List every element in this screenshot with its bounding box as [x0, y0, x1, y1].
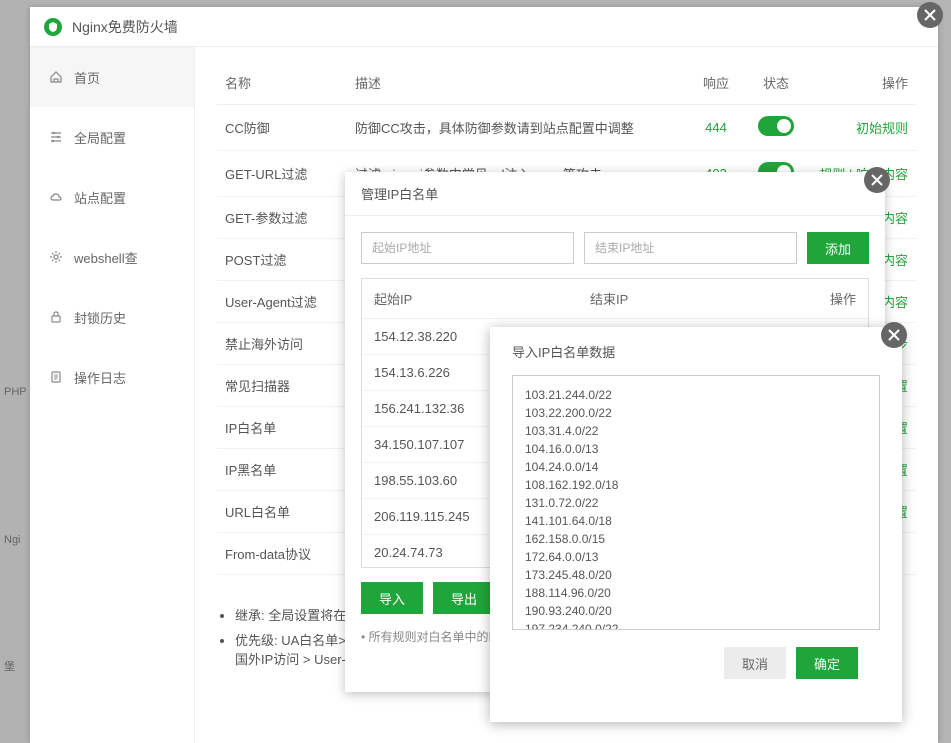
cancel-button[interactable]: 取消 — [724, 647, 786, 679]
lock-icon — [48, 310, 64, 324]
list-col-end: 结束IP — [590, 289, 806, 308]
col-name: 名称 — [217, 61, 347, 105]
start-ip-input[interactable] — [361, 232, 574, 264]
sidebar-item-label: 封锁历史 — [74, 308, 126, 327]
modal2-title: 导入IP白名单数据 — [490, 327, 902, 375]
sidebar-item-home[interactable]: 首页 — [30, 47, 194, 107]
sidebar-item-label: webshell查 — [74, 248, 138, 267]
cell-name: IP黑名单 — [217, 449, 347, 491]
sidebar-item-label: 首页 — [74, 68, 100, 87]
export-button[interactable]: 导出 — [433, 582, 495, 614]
sidebar-item-blocklog[interactable]: 封锁历史 — [30, 287, 194, 347]
col-op: 操作 — [806, 61, 916, 105]
cell-name: GET-URL过滤 — [217, 151, 347, 197]
table-row: CC防御防御CC攻击，具体防御参数请到站点配置中调整444 初始规则 — [217, 105, 916, 151]
confirm-button[interactable]: 确定 — [796, 647, 858, 679]
shield-icon — [44, 18, 62, 36]
gear-icon — [48, 250, 64, 264]
cell-name: GET-参数过滤 — [217, 197, 347, 239]
import-modal: 导入IP白名单数据 取消 确定 — [490, 327, 902, 722]
cell-desc: 防御CC攻击，具体防御参数请到站点配置中调整 — [347, 105, 686, 151]
cell-name: URL白名单 — [217, 491, 347, 533]
sidebar-item-webshell[interactable]: webshell查 — [30, 227, 194, 287]
col-desc: 描述 — [347, 61, 686, 105]
sidebar-item-global[interactable]: 全局配置 — [30, 107, 194, 167]
cell-name: POST过滤 — [217, 239, 347, 281]
main-header: Nginx免费防火墙 — [30, 7, 938, 47]
cell-name: CC防御 — [217, 105, 347, 151]
modal1-close-button[interactable] — [864, 167, 890, 193]
toggle-on[interactable] — [758, 116, 794, 136]
sliders-icon — [48, 130, 64, 144]
col-status: 状态 — [746, 61, 806, 105]
sidebar: 首页 全局配置 站点配置 webshell查 封锁历史 操作日志 — [30, 47, 195, 743]
sidebar-item-site[interactable]: 站点配置 — [30, 167, 194, 227]
cell-name: User-Agent过滤 — [217, 281, 347, 323]
sidebar-item-oplog[interactable]: 操作日志 — [30, 347, 194, 407]
home-icon — [48, 70, 64, 84]
cloud-icon — [48, 190, 64, 204]
cell-name: 禁止海外访问 — [217, 323, 347, 365]
add-button[interactable]: 添加 — [807, 232, 869, 264]
main-close-button[interactable] — [917, 2, 943, 28]
list-col-op: 操作 — [806, 289, 856, 308]
sidebar-item-label: 站点配置 — [74, 188, 126, 207]
cell-name: IP白名单 — [217, 407, 347, 449]
cell-name: 常见扫描器 — [217, 365, 347, 407]
cell-name: From-data协议 — [217, 533, 347, 575]
import-textarea[interactable] — [512, 375, 880, 630]
cell-status — [746, 105, 806, 151]
sidebar-item-label: 操作日志 — [74, 368, 126, 387]
col-resp: 响应 — [686, 61, 746, 105]
sidebar-item-label: 全局配置 — [74, 128, 126, 147]
cell-resp: 444 — [686, 105, 746, 151]
main-title: Nginx免费防火墙 — [72, 17, 178, 37]
end-ip-input[interactable] — [584, 232, 797, 264]
cell-op: 初始规则 — [806, 105, 916, 151]
modal2-close-button[interactable] — [881, 322, 907, 348]
clipboard-icon — [48, 370, 64, 384]
modal1-title: 管理IP白名单 — [345, 172, 885, 216]
op-link[interactable]: 初始规则 — [856, 121, 908, 136]
import-button[interactable]: 导入 — [361, 582, 423, 614]
list-col-start: 起始IP — [374, 289, 590, 308]
